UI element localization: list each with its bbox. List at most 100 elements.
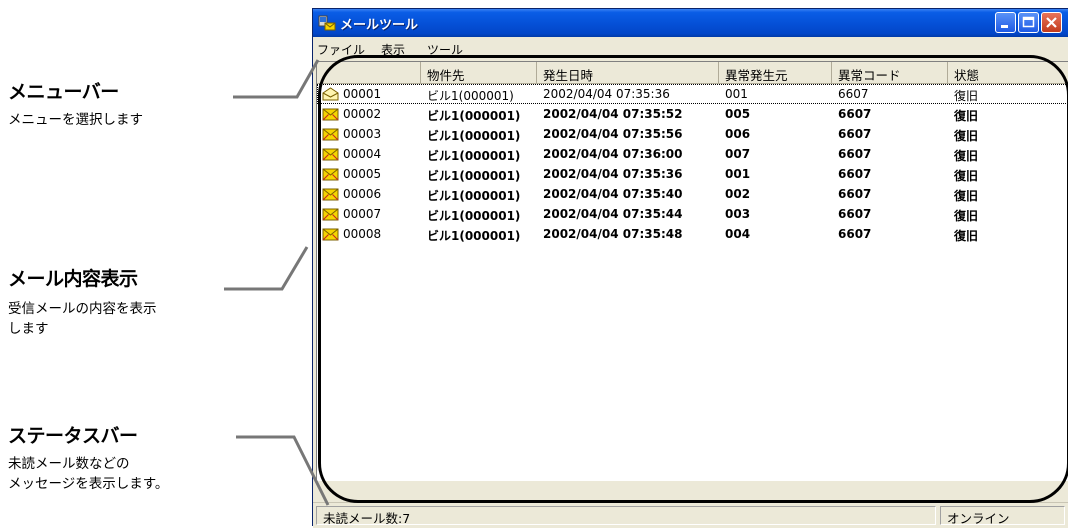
column-header-site[interactable]: 物件先 <box>421 62 537 83</box>
mail-row[interactable]: 00006 ビル1(000001) 2002/04/04 07:35:40 002 66… <box>317 184 1068 204</box>
cell-datetime: 2002/04/04 07:35:56 <box>543 127 683 141</box>
cell-site: ビル1(000001) <box>427 229 521 243</box>
cell-code: 6607 <box>838 167 872 181</box>
menu-view[interactable]: 表示 <box>381 41 405 58</box>
envelope-icon <box>322 208 339 221</box>
window-title: メールツール <box>340 18 419 33</box>
annotation-desc: 受信メールの内容を表示 します <box>8 299 157 339</box>
mail-tool-window: メールツール ファイル 表示 ツール 物件先 発生日時 異常発生元 異常コード … <box>312 8 1068 528</box>
column-header-id[interactable] <box>317 62 421 83</box>
leader-line-mail-content <box>224 246 309 291</box>
cell-status: 復旧 <box>954 89 979 103</box>
minimize-button[interactable] <box>995 12 1016 33</box>
maximize-button[interactable] <box>1018 12 1039 33</box>
annotation-desc-line: します <box>8 321 49 337</box>
annotation-menubar: メニューバー メニューを選択します <box>8 77 143 130</box>
cell-code: 6607 <box>838 207 872 221</box>
cell-id: 00001 <box>343 87 382 101</box>
cell-datetime: 2002/04/04 07:35:44 <box>543 207 683 221</box>
open-envelope-icon <box>322 87 339 101</box>
annotation-desc: メニューを選択します <box>8 110 143 130</box>
cell-source: 005 <box>725 107 751 121</box>
leader-line-menubar <box>233 59 320 99</box>
cell-datetime: 2002/04/04 07:35:48 <box>543 227 683 241</box>
status-unread-count: 未読メール数:7 <box>316 506 936 525</box>
mail-row[interactable]: 00001 ビル1(000001) 2002/04/04 07:35:36 001 66… <box>317 84 1068 104</box>
cell-id: 00002 <box>343 107 382 121</box>
cell-status: 復旧 <box>954 229 979 243</box>
cell-datetime: 2002/04/04 07:35:36 <box>543 87 670 101</box>
annotation-title: メニューバー <box>8 81 119 103</box>
cell-code: 6607 <box>838 227 872 241</box>
envelope-icon <box>322 148 339 161</box>
cell-source: 001 <box>725 87 748 101</box>
mail-row[interactable]: 00007 ビル1(000001) 2002/04/04 07:35:44 003 66… <box>317 204 1068 224</box>
cell-site: ビル1(000001) <box>427 129 521 143</box>
cell-status: 復旧 <box>954 129 979 143</box>
cell-code: 6607 <box>838 107 872 121</box>
cell-source: 006 <box>725 127 751 141</box>
cell-source: 007 <box>725 147 751 161</box>
cell-id: 00006 <box>343 187 382 201</box>
mail-row[interactable]: 00005 ビル1(000001) 2002/04/04 07:35:36 001 66… <box>317 164 1068 184</box>
cell-source: 001 <box>725 167 751 181</box>
envelope-icon <box>322 108 339 121</box>
envelope-icon <box>322 228 339 241</box>
annotation-statusbar: ステータスバー 未読メール数などの メッセージを表示します。 <box>8 421 168 494</box>
cell-id: 00007 <box>343 207 382 221</box>
mail-row[interactable]: 00002 ビル1(000001) 2002/04/04 07:35:52 005 66… <box>317 104 1068 124</box>
annotation-desc-line: 未読メール数などの <box>8 456 130 472</box>
envelope-icon <box>322 128 339 141</box>
minimize-icon <box>1001 25 1008 28</box>
mail-list-view[interactable]: 物件先 発生日時 異常発生元 異常コード 状態 00001 ビル1(000001)… <box>316 61 1068 482</box>
column-header-code[interactable]: 異常コード <box>832 62 948 83</box>
cell-site: ビル1(000001) <box>427 149 521 163</box>
cell-source: 003 <box>725 207 751 221</box>
cell-status: 復旧 <box>954 209 979 223</box>
maximize-icon <box>1022 16 1035 28</box>
column-header-status[interactable]: 状態 <box>948 62 1068 83</box>
list-bottom-area <box>313 481 1068 496</box>
cell-code: 6607 <box>838 187 872 201</box>
cell-site: ビル1(000001) <box>427 189 521 203</box>
menu-bar: ファイル 表示 ツール <box>313 37 1068 59</box>
status-connection: オンライン <box>940 506 1065 525</box>
annotation-mail-content: メール内容表示 受信メールの内容を表示 します <box>8 264 157 339</box>
cell-status: 復旧 <box>954 109 979 123</box>
cell-id: 00003 <box>343 127 382 141</box>
title-bar[interactable]: メールツール <box>313 9 1068 37</box>
annotation-desc-line: 受信メールの内容を表示 <box>8 301 157 317</box>
cell-datetime: 2002/04/04 07:36:00 <box>543 147 683 161</box>
cell-source: 004 <box>725 227 751 241</box>
cell-id: 00004 <box>343 147 382 161</box>
column-header-source[interactable]: 異常発生元 <box>719 62 832 83</box>
cell-code: 6607 <box>838 87 869 101</box>
annotation-desc: 未読メール数などの メッセージを表示します。 <box>8 454 168 494</box>
cell-source: 002 <box>725 187 751 201</box>
cell-id: 00005 <box>343 167 382 181</box>
cell-status: 復旧 <box>954 189 979 203</box>
menu-file[interactable]: ファイル <box>317 41 365 58</box>
menu-tools[interactable]: ツール <box>427 41 463 58</box>
cell-status: 復旧 <box>954 169 979 183</box>
mail-row[interactable]: 00003 ビル1(000001) 2002/04/04 07:35:56 006 66… <box>317 124 1068 144</box>
envelope-icon <box>322 168 339 181</box>
cell-site: ビル1(000001) <box>427 209 521 223</box>
annotation-desc-line: メッセージを表示します。 <box>8 476 169 492</box>
annotation-desc-line: メニューを選択します <box>8 112 143 128</box>
mail-row[interactable]: 00008 ビル1(000001) 2002/04/04 07:35:48 004 66… <box>317 224 1068 244</box>
cell-id: 00008 <box>343 227 382 241</box>
close-icon <box>1046 17 1057 28</box>
column-header-datetime[interactable]: 発生日時 <box>537 62 719 83</box>
mail-row[interactable]: 00004 ビル1(000001) 2002/04/04 07:36:00 007 66… <box>317 144 1068 164</box>
cell-site: ビル1(000001) <box>427 169 521 183</box>
cell-code: 6607 <box>838 127 872 141</box>
cell-status: 復旧 <box>954 149 979 163</box>
cell-site: ビル1(000001) <box>427 109 521 123</box>
status-bar: 未読メール数:7 オンライン <box>313 502 1068 528</box>
cell-code: 6607 <box>838 147 872 161</box>
envelope-icon <box>322 188 339 201</box>
annotation-title: メール内容表示 <box>8 268 138 290</box>
close-button[interactable] <box>1041 12 1062 33</box>
cell-site: ビル1(000001) <box>427 89 514 103</box>
